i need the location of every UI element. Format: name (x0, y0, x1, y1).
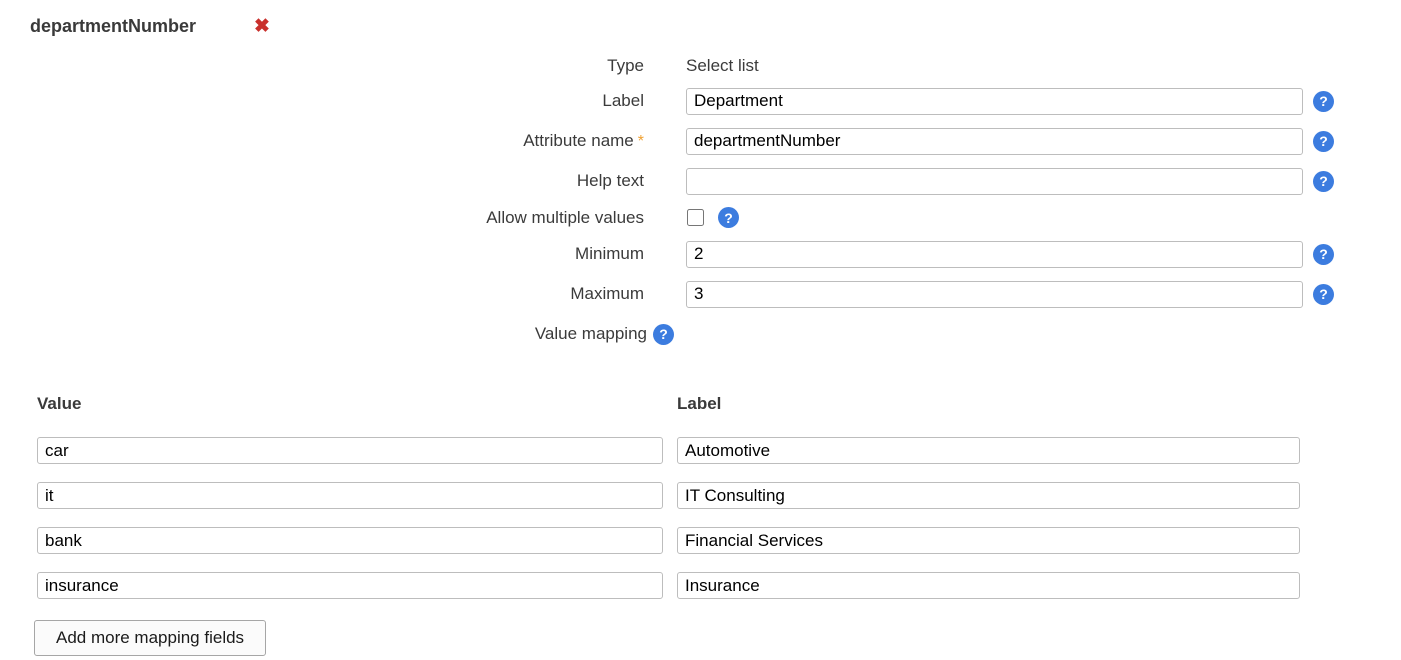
help-icon[interactable]: ? (1313, 171, 1334, 192)
label-field-label: Label (30, 91, 644, 111)
mapping-header-row: Value Label (37, 394, 1401, 437)
help-icon[interactable]: ? (1313, 91, 1334, 112)
form-row-value-mapping: Value mapping ? (30, 314, 1401, 354)
allow-multiple-checkbox[interactable] (687, 209, 704, 226)
form-row-attribute-name: Attribute name* ? (30, 121, 1401, 161)
maximum-input[interactable] (686, 281, 1303, 308)
value-mapping-label: Value mapping (535, 324, 647, 344)
mapping-label-input[interactable] (677, 527, 1300, 554)
attribute-editor-page: departmentNumber ✖ Type Select list Labe… (0, 0, 1401, 660)
type-value: Select list (686, 56, 759, 76)
mapping-label-input[interactable] (677, 482, 1300, 509)
help-icon[interactable]: ? (653, 324, 674, 345)
help-text-label: Help text (30, 171, 644, 191)
attribute-header: departmentNumber ✖ (30, 14, 1401, 38)
mapping-label-input[interactable] (677, 437, 1300, 464)
form-row-help-text: Help text ? (30, 161, 1401, 201)
value-column-header: Value (37, 394, 663, 414)
minimum-label: Minimum (30, 244, 644, 264)
maximum-label: Maximum (30, 284, 644, 304)
mapping-value-input[interactable] (37, 527, 663, 554)
mapping-rows (37, 437, 1401, 599)
form-row-label: Label ? (30, 81, 1401, 121)
help-icon[interactable]: ? (1313, 284, 1334, 305)
mapping-value-input[interactable] (37, 482, 663, 509)
attribute-name-label: Attribute name (523, 131, 634, 150)
attribute-form: Type Select list Label ? Attribute name*… (30, 50, 1401, 354)
allow-multiple-label: Allow multiple values (30, 208, 644, 228)
type-label: Type (30, 56, 644, 76)
mapping-value-input[interactable] (37, 572, 663, 599)
help-icon[interactable]: ? (1313, 244, 1334, 265)
help-text-input[interactable] (686, 168, 1303, 195)
label-column-header: Label (677, 394, 1300, 414)
form-row-minimum: Minimum ? (30, 234, 1401, 274)
form-row-allow-multiple: Allow multiple values ? (30, 201, 1401, 234)
help-icon[interactable]: ? (718, 207, 739, 228)
add-more-mapping-fields-button[interactable]: Add more mapping fields (34, 620, 266, 656)
delete-attribute-icon[interactable]: ✖ (254, 17, 270, 36)
form-row-maximum: Maximum ? (30, 274, 1401, 314)
attribute-name-input[interactable] (686, 128, 1303, 155)
mapping-value-input[interactable] (37, 437, 663, 464)
label-input[interactable] (686, 88, 1303, 115)
value-mapping-section: Value Label Add more mapping fields (30, 394, 1401, 656)
help-icon[interactable]: ? (1313, 131, 1334, 152)
page-title: departmentNumber (30, 16, 196, 37)
required-marker: * (638, 133, 644, 150)
form-row-type: Type Select list (30, 50, 1401, 81)
mapping-label-input[interactable] (677, 572, 1300, 599)
minimum-input[interactable] (686, 241, 1303, 268)
